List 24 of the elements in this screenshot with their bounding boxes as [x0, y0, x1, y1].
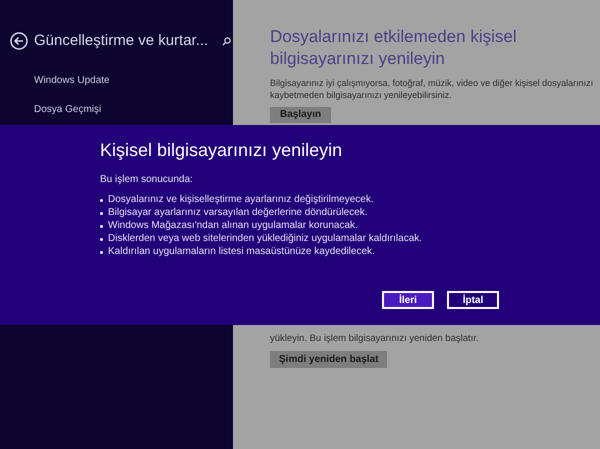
bullet-text: Kaldırılan uygulamaların listesi masaüstünüze kaydedilecek. [108, 246, 375, 258]
bullet-icon [100, 238, 103, 241]
restart-button[interactable]: Şimdi yeniden başlat [270, 351, 388, 368]
start-button[interactable]: Başlayın [270, 106, 332, 122]
bullet-icon [100, 212, 103, 215]
bullet-text: Dosyalarınız ve kişiselleştirme ayarlarınız değiştirilmeyecek. [108, 194, 374, 206]
search-icon[interactable] [222, 36, 232, 46]
bullet-icon [100, 199, 103, 202]
bullet-text: Disklerden veya web sitelerinden yüklediğiniz uygulamalar kaldırılacak. [108, 233, 422, 245]
back-icon[interactable] [10, 32, 28, 50]
sidebar-item[interactable]: Windows Update [34, 70, 233, 90]
next-button[interactable]: İleri [382, 291, 434, 309]
section-description: Bilgisayarınız iyi çalışmıyorsa, fotoğraf, müzik, video ve diğer kişisel dosyalarınızı kaybetmeden bilgisayarınızı yenileyebilirsiniz. [270, 77, 594, 101]
bullet-text: Windows Mağazası'ndan alınan uygulamalar korunacak. [108, 220, 358, 232]
bullet-icon [100, 251, 103, 254]
section-description: yükleyin. Bu işlem bilgisayarınızı yeniden başlatır. [270, 332, 480, 346]
section-heading: Dosyalarınızı etkilemeden kişisel bilgisayarınızı yenileyin [270, 26, 518, 70]
sidebar-item[interactable]: Dosya Geçmişi [34, 100, 233, 120]
cancel-button[interactable]: İptal [447, 291, 499, 309]
bullet-icon [100, 225, 103, 228]
page-title: Güncelleştirme ve kurtar... [34, 31, 208, 51]
bullet-text: Bilgisayar ayarlarınız varsayılan değerlerine döndürülecek. [108, 207, 368, 219]
dialog-title: Kişisel bilgisayarınızı yenileyin [100, 139, 344, 162]
dialog-intro: Bu işlem sonucunda: [100, 173, 194, 187]
